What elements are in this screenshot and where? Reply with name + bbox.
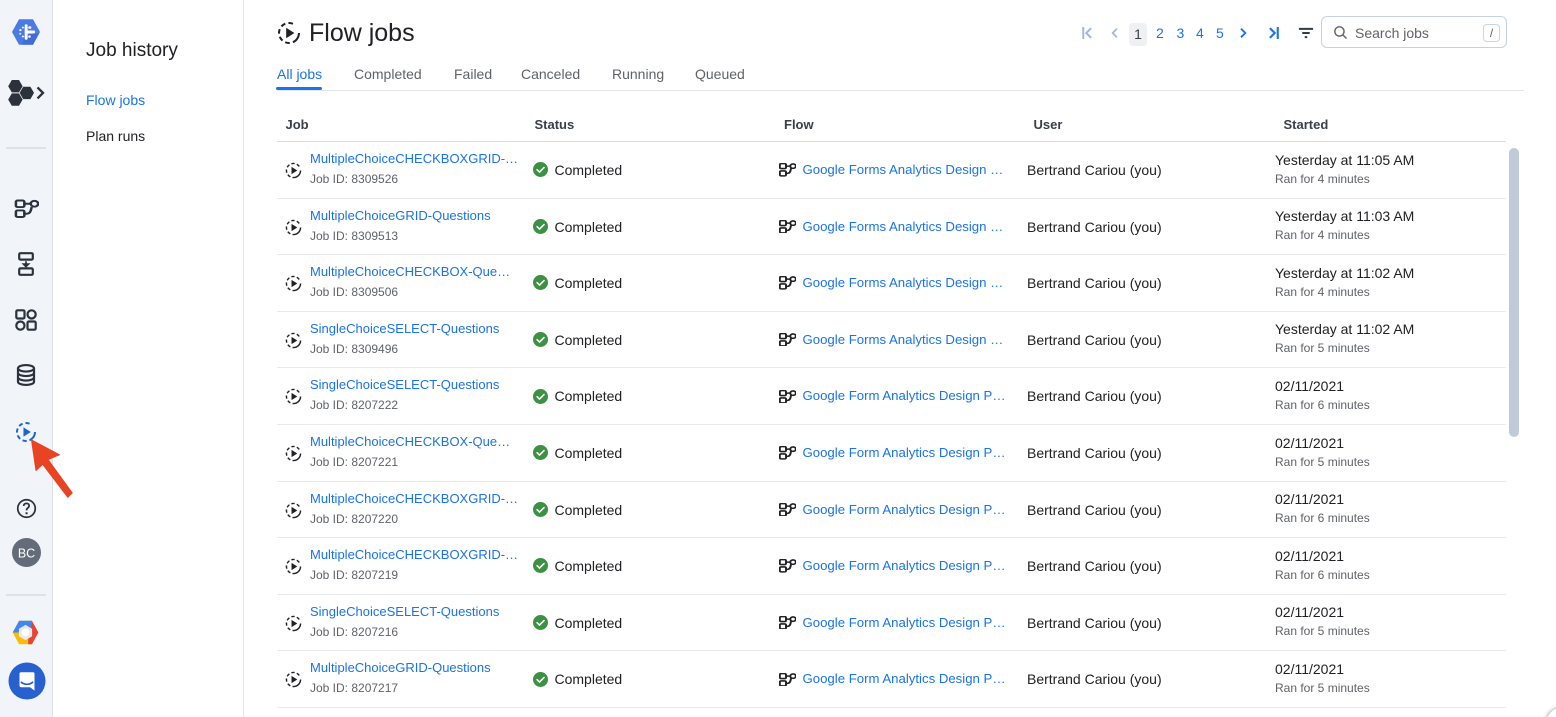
svg-text:BC: BC xyxy=(18,546,35,560)
